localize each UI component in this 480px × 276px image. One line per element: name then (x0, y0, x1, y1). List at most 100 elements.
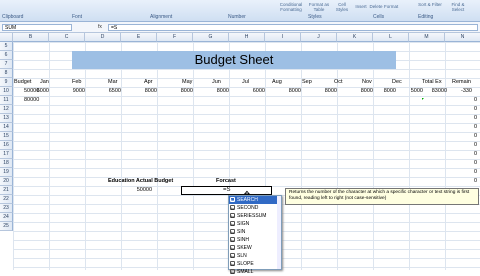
row-header[interactable]: 8 (0, 69, 13, 78)
header-cell: May (182, 79, 193, 85)
data-cell: 0 (473, 160, 477, 166)
column-header[interactable]: E (121, 33, 157, 42)
autocomplete-item[interactable]: fx SEARCH (229, 196, 281, 204)
data-cell: 8000 (180, 88, 193, 94)
row-header[interactable]: 6 (0, 51, 13, 60)
delete-button[interactable]: Delete (369, 4, 383, 9)
ribbon-group-font: Font (72, 14, 83, 20)
data-cell: 8000 (383, 88, 396, 94)
column-header[interactable]: B (13, 33, 49, 42)
autocomplete-list[interactable]: fx SEARCH fx SECOND fx SERIESSUM fx SIGN fx SIN fx… (228, 195, 282, 275)
autocomplete-item-label: SEARCH (237, 197, 258, 203)
education-value: 50000 (136, 187, 152, 193)
autocomplete-item[interactable]: fx SLOPE (229, 260, 281, 268)
row-header[interactable]: 12 (0, 105, 13, 114)
row-header[interactable]: 17 (0, 150, 13, 159)
row-header[interactable]: 5 (0, 42, 13, 51)
column-header[interactable]: N (445, 33, 480, 42)
data-cell: 0 (473, 142, 477, 148)
row-header[interactable]: 21 (0, 186, 13, 195)
autocomplete-item-label: SLN (237, 253, 247, 259)
row-header[interactable]: 25 (0, 222, 13, 231)
header-cell: Mar (108, 79, 118, 85)
row-header[interactable]: 9 (0, 78, 13, 87)
autocomplete-item-label: SIGN (237, 221, 250, 227)
header-cell: Sep (302, 79, 312, 85)
row-header[interactable]: 24 (0, 213, 13, 222)
autocomplete-item-label: SLOPE (237, 261, 254, 267)
column-header[interactable]: M (409, 33, 445, 42)
autocomplete-item[interactable]: fx SIN (229, 228, 281, 236)
column-header[interactable]: H (229, 33, 265, 42)
format-button[interactable]: Format (384, 4, 398, 9)
ribbon-group-cells: Cells (373, 14, 385, 20)
education-label: Education Actual Budget (108, 178, 174, 184)
row-header[interactable]: 14 (0, 123, 13, 132)
ribbon: Clipboard Font Alignment Number Styles C… (0, 0, 480, 22)
forcast-label: Forcast (216, 178, 236, 184)
header-cell: Apr (144, 79, 153, 85)
row-header[interactable]: 10 (0, 87, 13, 96)
find-select-button[interactable]: Find & Select (446, 2, 470, 12)
column-header[interactable]: J (301, 33, 337, 42)
column-header[interactable]: L (373, 33, 409, 42)
column-header[interactable]: K (337, 33, 373, 42)
column-header[interactable]: C (49, 33, 85, 42)
autocomplete-item[interactable]: fx SKEW (229, 244, 281, 252)
insert-button[interactable]: Insert (354, 4, 368, 9)
function-icon: fx (230, 197, 235, 204)
name-box[interactable]: SUM (2, 24, 72, 31)
function-icon: fx (230, 253, 235, 260)
autocomplete-item[interactable]: fx SECOND (229, 204, 281, 212)
error-indicator-icon (422, 98, 424, 100)
row-header[interactable]: 22 (0, 195, 13, 204)
function-icon: fx (230, 205, 235, 212)
format-as-table-button[interactable]: Format as Table (306, 2, 332, 12)
fx-icon[interactable]: fx (98, 24, 102, 30)
formula-bar: SUM fx =S (0, 22, 480, 33)
autocomplete-scrollbar[interactable] (277, 196, 281, 269)
data-cell: 0 (473, 133, 477, 139)
autocomplete-item[interactable]: fx SERIESSUM (229, 212, 281, 220)
header-cell: Total Ex (422, 79, 442, 85)
data-cell: 6500 (108, 88, 121, 94)
function-tooltip: Returns the number of the character at w… (285, 188, 479, 205)
header-cell: Jun (212, 79, 221, 85)
row-header[interactable]: 23 (0, 204, 13, 213)
data-cell: 0 (473, 115, 477, 121)
autocomplete-item[interactable]: fx SMALL (229, 268, 281, 276)
autocomplete-item-label: SECOND (237, 205, 259, 211)
row-header[interactable]: 11 (0, 96, 13, 105)
autocomplete-item[interactable]: fx SLN (229, 252, 281, 260)
column-header[interactable]: D (85, 33, 121, 42)
formula-input[interactable]: =S (108, 24, 478, 31)
row-header[interactable]: 7 (0, 60, 13, 69)
header-cell: Nov (362, 79, 372, 85)
row-header[interactable]: 19 (0, 168, 13, 177)
column-header[interactable]: I (265, 33, 301, 42)
row-header[interactable]: 15 (0, 132, 13, 141)
data-cell: 8000 (324, 88, 337, 94)
autocomplete-item-label: SIN (237, 229, 246, 235)
row-header[interactable]: 16 (0, 141, 13, 150)
conditional-formatting-button[interactable]: Conditional Formatting (276, 2, 306, 12)
header-cell: Jan (40, 79, 49, 85)
data-cell: 0 (473, 151, 477, 157)
data-cell: 8000 (288, 88, 301, 94)
function-icon: fx (230, 213, 235, 220)
column-header[interactable]: F (157, 33, 193, 42)
row-header[interactable]: 20 (0, 177, 13, 186)
ribbon-group-number: Number (228, 14, 246, 20)
sort-filter-button[interactable]: Sort & Filter (418, 2, 442, 7)
function-icon: fx (230, 245, 235, 252)
row-header[interactable]: 13 (0, 114, 13, 123)
cell-styles-button[interactable]: Cell Styles (334, 2, 350, 12)
autocomplete-item[interactable]: fx SIGN (229, 220, 281, 228)
row-header[interactable]: 18 (0, 159, 13, 168)
function-icon: fx (230, 237, 235, 244)
autocomplete-item[interactable]: fx SINH (229, 236, 281, 244)
column-header[interactable]: G (193, 33, 229, 42)
select-all-corner[interactable] (0, 33, 13, 42)
data-cell: 0 (473, 124, 477, 130)
ribbon-group-alignment: Alignment (150, 14, 173, 20)
